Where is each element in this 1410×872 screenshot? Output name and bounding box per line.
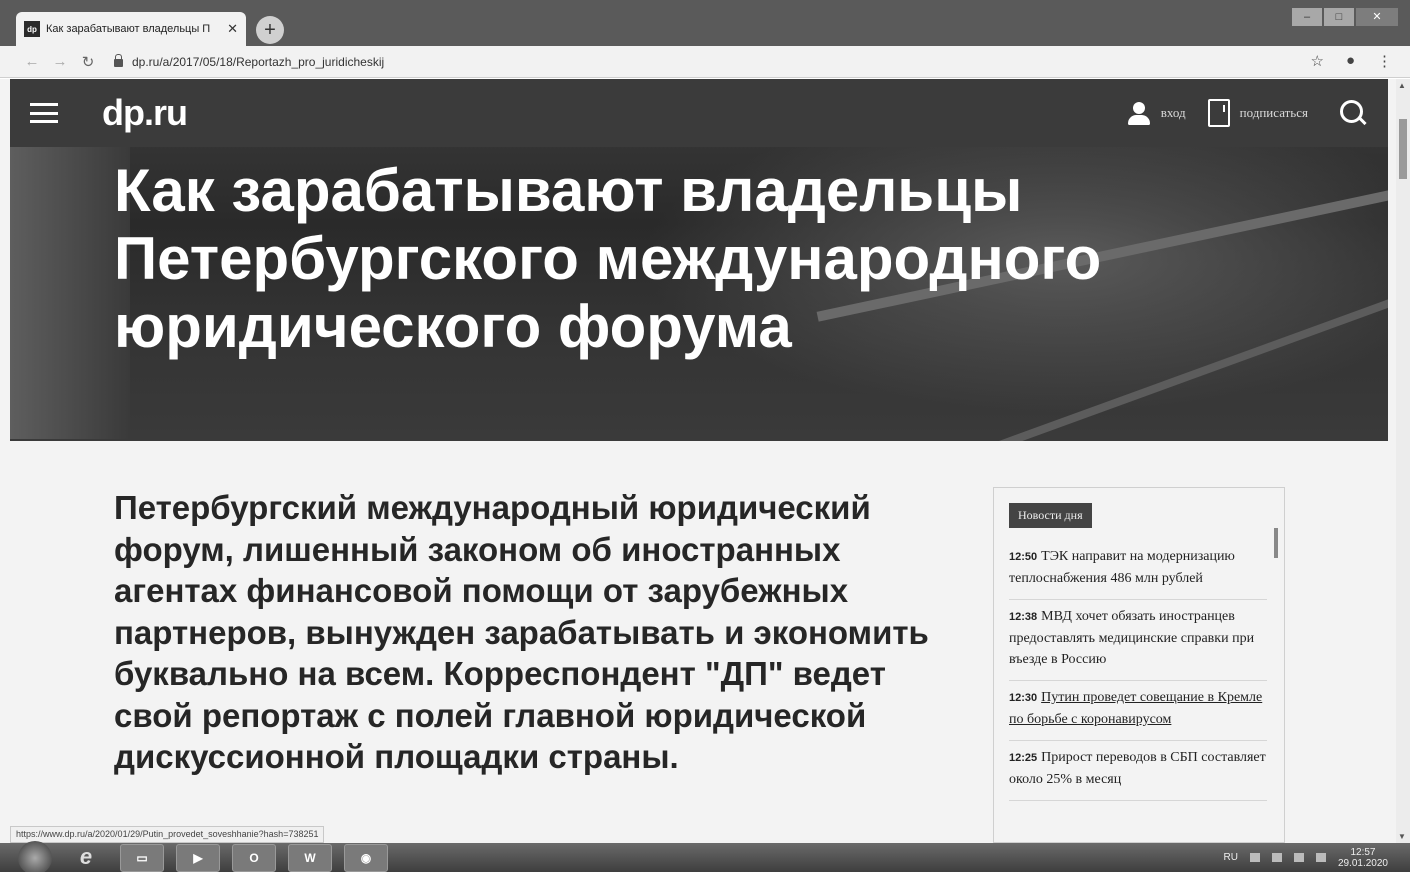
- news-badge: Новости дня: [1009, 503, 1092, 528]
- subscribe-doc-icon[interactable]: [1207, 99, 1230, 127]
- star-icon[interactable]: ☆: [1310, 52, 1323, 70]
- page-scrollbar[interactable]: ▲ ▼: [1396, 79, 1410, 843]
- news-item[interactable]: 12:50 ТЭК направит на модернизацию теплос…: [1009, 540, 1267, 600]
- system-tray: RU 12:57 29.01.2020: [1223, 843, 1388, 872]
- lock-icon: [114, 53, 123, 67]
- news-scrollbar[interactable]: [1274, 528, 1278, 558]
- lang-indicator[interactable]: RU: [1223, 852, 1237, 863]
- menu-icon[interactable]: [30, 103, 58, 123]
- article-lead: Петербургский международный юридический …: [114, 489, 929, 775]
- news-item[interactable]: 12:25 Прирост переводов в СБП составляет …: [1009, 741, 1267, 801]
- tray-volume-icon[interactable]: [1315, 853, 1326, 862]
- user-icon[interactable]: [1127, 100, 1151, 126]
- site-header: dp.ru вход подписаться: [10, 79, 1388, 147]
- tray-flag-icon[interactable]: [1249, 853, 1260, 862]
- start-button[interactable]: [18, 840, 52, 872]
- header-actions: вход подписаться: [1127, 79, 1366, 147]
- search-icon[interactable]: [1340, 100, 1366, 126]
- clock-time: 12:57: [1350, 846, 1376, 858]
- window-controls: – □ ✕: [1292, 8, 1398, 26]
- chrome-icon[interactable]: ◉: [344, 843, 388, 872]
- scroll-thumb[interactable]: [1399, 119, 1407, 179]
- maximize-button[interactable]: □: [1324, 8, 1354, 26]
- tab-close-icon[interactable]: ✕: [227, 21, 238, 37]
- outlook-icon[interactable]: O: [232, 843, 276, 872]
- news-time: 12:38: [1009, 611, 1038, 623]
- news-list: 12:50 ТЭК направит на модернизацию теплос…: [1009, 540, 1267, 801]
- tray-mail-icon[interactable]: [1293, 853, 1304, 862]
- news-text: Прирост переводов в СБП составляет около…: [1009, 750, 1266, 787]
- url-field[interactable]: dp.ru/a/2017/05/18/Reportazh_pro_juridic…: [114, 53, 385, 69]
- window-close-button[interactable]: ✕: [1356, 8, 1398, 26]
- news-time: 12:30: [1009, 692, 1038, 704]
- taskbar: e ▭ ▶ O W ◉ RU 12:57 29.01.2020: [0, 840, 1410, 872]
- news-item[interactable]: 12:30 Путин проведет совещание в Кремле п…: [1009, 681, 1267, 741]
- ie-icon[interactable]: e: [64, 844, 108, 872]
- browser-tab-bar: dp Как зарабатывают владельцы П ✕ + – □ …: [0, 0, 1410, 46]
- reload-icon[interactable]: ↻: [74, 53, 102, 71]
- news-text: МВД хочет обязать иностранцев предоставл…: [1009, 609, 1255, 667]
- more-icon[interactable]: ⋮: [1377, 52, 1392, 70]
- clock[interactable]: 12:57 29.01.2020: [1338, 847, 1388, 869]
- forward-icon[interactable]: →: [46, 53, 74, 70]
- minimize-button[interactable]: –: [1292, 8, 1322, 26]
- news-time: 12:25: [1009, 752, 1038, 764]
- clock-date: 29.01.2020: [1337, 857, 1388, 869]
- address-bar-actions: ☆ ● ⋮: [1310, 52, 1392, 70]
- news-time: 12:50: [1009, 551, 1038, 563]
- login-link[interactable]: вход: [1161, 105, 1186, 121]
- url-text: dp.ru/a/2017/05/18/Reportazh_pro_juridic…: [132, 54, 385, 69]
- subscribe-link[interactable]: подписаться: [1240, 105, 1308, 121]
- explorer-icon[interactable]: ▭: [120, 843, 164, 872]
- status-bar-url: https://www.dp.ru/a/2020/01/29/Putin_pro…: [10, 826, 325, 843]
- news-of-day-widget: Новости дня 12:50 ТЭК направит на модерни…: [993, 487, 1285, 843]
- browser-tab[interactable]: dp Как зарабатывают владельцы П ✕: [16, 12, 246, 46]
- news-item[interactable]: 12:38 МВД хочет обязать иностранцев предо…: [1009, 600, 1267, 681]
- page-viewport: dp.ru вход подписаться Как зарабатывают …: [0, 79, 1396, 843]
- tray-network-icon[interactable]: [1271, 853, 1282, 862]
- word-icon[interactable]: W: [288, 843, 332, 872]
- article-title: Как зарабатывают владельцы Петербургског…: [114, 157, 1102, 360]
- media-player-icon[interactable]: ▶: [176, 843, 220, 872]
- site-logo[interactable]: dp.ru: [102, 92, 188, 134]
- account-icon[interactable]: ●: [1346, 52, 1355, 70]
- tab-title: Как зарабатывают владельцы П: [46, 23, 211, 35]
- scroll-down-icon[interactable]: ▼: [1398, 832, 1406, 841]
- news-text: Путин проведет совещание в Кремле по бор…: [1009, 690, 1263, 727]
- tab-favicon-icon: dp: [24, 21, 40, 37]
- scroll-up-icon[interactable]: ▲: [1398, 81, 1406, 90]
- address-bar: ← → ↻ dp.ru/a/2017/05/18/Reportazh_pro_j…: [0, 46, 1410, 78]
- news-text: ТЭК направит на модернизацию теплоснабже…: [1009, 549, 1235, 586]
- back-icon[interactable]: ←: [18, 53, 46, 70]
- new-tab-plus-icon[interactable]: +: [256, 16, 284, 44]
